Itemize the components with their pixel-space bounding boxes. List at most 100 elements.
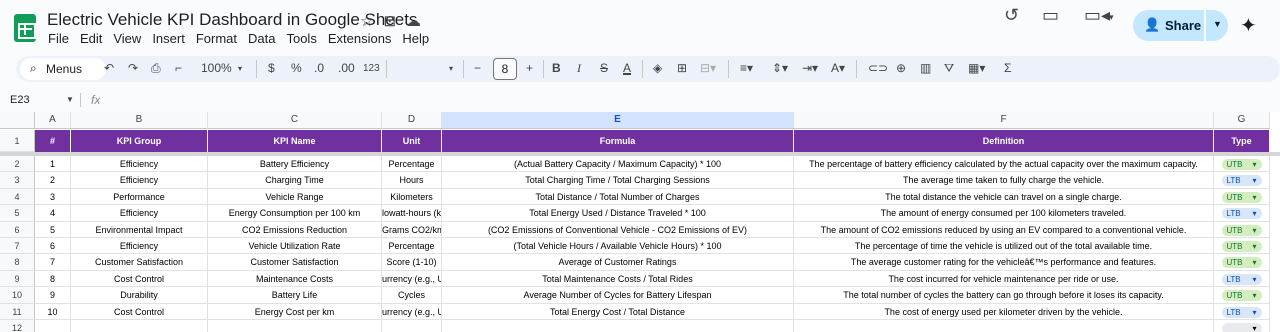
currency-format-button[interactable]: $ <box>268 61 275 75</box>
row-header[interactable]: 6 <box>0 221 35 238</box>
menu-data[interactable]: Data <box>248 31 275 46</box>
column-header-b[interactable]: B <box>71 112 208 129</box>
table-cell-unit[interactable]: lowatt-hours (kW <box>382 205 442 222</box>
merge-cells-icon[interactable]: ⊟▾ <box>700 61 716 75</box>
font-size-input[interactable]: 8 <box>493 58 517 80</box>
type-cell[interactable]: LTB <box>1214 172 1270 189</box>
meet-icon[interactable]: ▭◂ <box>1084 5 1110 26</box>
type-dropdown-chip[interactable]: UTB <box>1221 241 1262 252</box>
row-header[interactable]: 7 <box>0 238 35 255</box>
table-cell-definition[interactable]: The average customer rating for the vehi… <box>794 254 1214 271</box>
meet-dropdown-icon[interactable]: ▾ <box>1109 12 1114 23</box>
row-header[interactable]: 5 <box>0 205 35 222</box>
table-cell-unit[interactable]: Percentage <box>382 156 442 173</box>
column-header-f[interactable]: F <box>794 112 1214 129</box>
paint-format-icon[interactable]: ⌐ <box>175 61 182 75</box>
table-cell-formula[interactable]: (Actual Battery Capacity / Maximum Capac… <box>442 156 794 173</box>
table-cell-name[interactable]: Battery Life <box>208 287 382 304</box>
table-cell-formula[interactable]: Total Charging Time / Total Charging Ses… <box>442 172 794 189</box>
table-header-cell[interactable]: KPI Group <box>71 130 208 152</box>
empty-cell[interactable] <box>1214 320 1270 332</box>
table-cell-definition[interactable]: The cost of energy used per kilometer dr… <box>794 303 1214 320</box>
type-cell[interactable]: LTB <box>1214 270 1270 288</box>
type-dropdown-chip[interactable]: UTB <box>1221 257 1262 269</box>
menu-format[interactable]: Format <box>196 31 237 46</box>
table-cell-definition[interactable]: The amount of CO2 emissions reduced by u… <box>794 221 1214 238</box>
empty-cell[interactable] <box>71 320 208 332</box>
undo-icon[interactable]: ↶ <box>104 61 114 75</box>
type-cell[interactable]: UTB <box>1214 238 1270 255</box>
share-dropdown-icon[interactable]: ▼ <box>1213 19 1222 29</box>
horizontal-align-icon[interactable]: ≡▾ <box>740 61 753 75</box>
table-cell-unit[interactable]: Cycles <box>382 287 442 304</box>
decrease-font-size-icon[interactable]: − <box>474 61 481 75</box>
row-header[interactable]: 8 <box>0 254 35 271</box>
name-box[interactable]: E23 <box>10 94 30 106</box>
filter-views-icon[interactable]: ▦▾ <box>968 61 985 75</box>
redo-icon[interactable]: ↷ <box>128 61 138 75</box>
table-cell-name[interactable]: Maintenance Costs <box>208 270 382 288</box>
type-dropdown-chip[interactable]: LTB <box>1221 208 1262 220</box>
cloud-status-icon[interactable]: ☁ <box>406 12 421 30</box>
table-cell-unit[interactable]: Hours <box>382 172 442 189</box>
table-cell-group[interactable]: Performance <box>71 188 208 206</box>
row-header[interactable]: 12 <box>0 320 35 332</box>
table-cell-definition[interactable]: The cost incurred for vehicle maintenanc… <box>794 270 1214 288</box>
table-cell-group[interactable]: Durability <box>71 287 208 304</box>
column-header-d[interactable]: D <box>382 112 442 129</box>
type-cell[interactable]: UTB <box>1214 221 1270 238</box>
table-cell-definition[interactable]: The percentage of battery efficiency cal… <box>794 156 1214 173</box>
increase-font-size-icon[interactable]: + <box>526 61 533 75</box>
table-cell-n[interactable]: 9 <box>35 287 71 304</box>
strikethrough-icon[interactable]: S <box>600 61 608 75</box>
table-header-cell[interactable]: Definition <box>794 130 1214 152</box>
zoom-select[interactable]: 100% <box>201 61 232 75</box>
table-cell-unit[interactable]: Score (1-10) <box>382 254 442 271</box>
table-cell-unit[interactable]: Percentage <box>382 238 442 255</box>
type-cell[interactable]: UTB <box>1214 287 1270 304</box>
text-wrapping-icon[interactable]: ⇥▾ <box>802 61 818 75</box>
type-dropdown-chip[interactable]: LTB <box>1221 175 1262 187</box>
row-header[interactable]: 3 <box>0 172 35 189</box>
table-cell-definition[interactable]: The percentage of time the vehicle is ut… <box>794 238 1214 255</box>
table-cell-group[interactable]: Efficiency <box>71 172 208 189</box>
star-icon[interactable]: ☆ <box>360 12 373 30</box>
vertical-align-icon[interactable]: ⇕▾ <box>772 61 788 75</box>
type-dropdown-chip[interactable]: UTB <box>1221 224 1262 236</box>
version-history-icon[interactable]: ↺ <box>1004 5 1019 26</box>
empty-cell[interactable] <box>208 320 382 332</box>
row-header[interactable]: 11 <box>0 303 35 320</box>
decrease-decimal-button[interactable]: .0 <box>314 61 324 75</box>
table-cell-unit[interactable]: urrency (e.g., US <box>382 270 442 288</box>
row-header[interactable]: 2 <box>0 156 35 173</box>
table-cell-n[interactable]: 2 <box>35 172 71 189</box>
search-menus-box[interactable]: ⌕ Menus <box>20 58 106 80</box>
table-cell-formula[interactable]: Total Energy Used / Distance Traveled * … <box>442 205 794 222</box>
table-cell-n[interactable]: 6 <box>35 238 71 255</box>
type-dropdown-chip[interactable]: UTB <box>1221 159 1262 170</box>
row-header[interactable]: 4 <box>0 188 35 206</box>
type-cell[interactable]: UTB <box>1214 156 1270 173</box>
table-cell-group[interactable]: Environmental Impact <box>71 221 208 238</box>
table-cell-formula[interactable]: Total Distance / Total Number of Charges <box>442 188 794 206</box>
more-formats-button[interactable]: 123 <box>363 63 380 74</box>
type-dropdown-chip[interactable]: UTB <box>1221 191 1262 203</box>
table-cell-formula[interactable]: (Total Vehicle Hours / Available Vehicle… <box>442 238 794 255</box>
spreadsheet-grid[interactable]: A B C D E F G 1 # KPI Group KPI Name Unit Formula Def… <box>0 112 1280 332</box>
table-cell-definition[interactable]: The average time taken to fully charge t… <box>794 172 1214 189</box>
table-cell-group[interactable]: Customer Satisfaction <box>71 254 208 271</box>
empty-cell[interactable] <box>442 320 794 332</box>
table-cell-group[interactable]: Cost Control <box>71 303 208 320</box>
table-cell-name[interactable]: Vehicle Range <box>208 188 382 206</box>
table-cell-group[interactable]: Cost Control <box>71 270 208 288</box>
table-cell-formula[interactable]: Total Energy Cost / Total Distance <box>442 303 794 320</box>
text-rotation-icon[interactable]: A▾ <box>831 61 845 75</box>
table-cell-formula[interactable]: Total Maintenance Costs / Total Rides <box>442 270 794 288</box>
borders-icon[interactable]: ⊞ <box>677 61 687 75</box>
menu-help[interactable]: Help <box>402 31 429 46</box>
empty-cell[interactable] <box>382 320 442 332</box>
percent-format-button[interactable]: % <box>291 61 302 75</box>
table-cell-name[interactable]: Battery Efficiency <box>208 156 382 173</box>
gemini-sparkle-icon[interactable]: ✦ <box>1240 13 1257 38</box>
select-all-corner[interactable] <box>0 112 35 129</box>
